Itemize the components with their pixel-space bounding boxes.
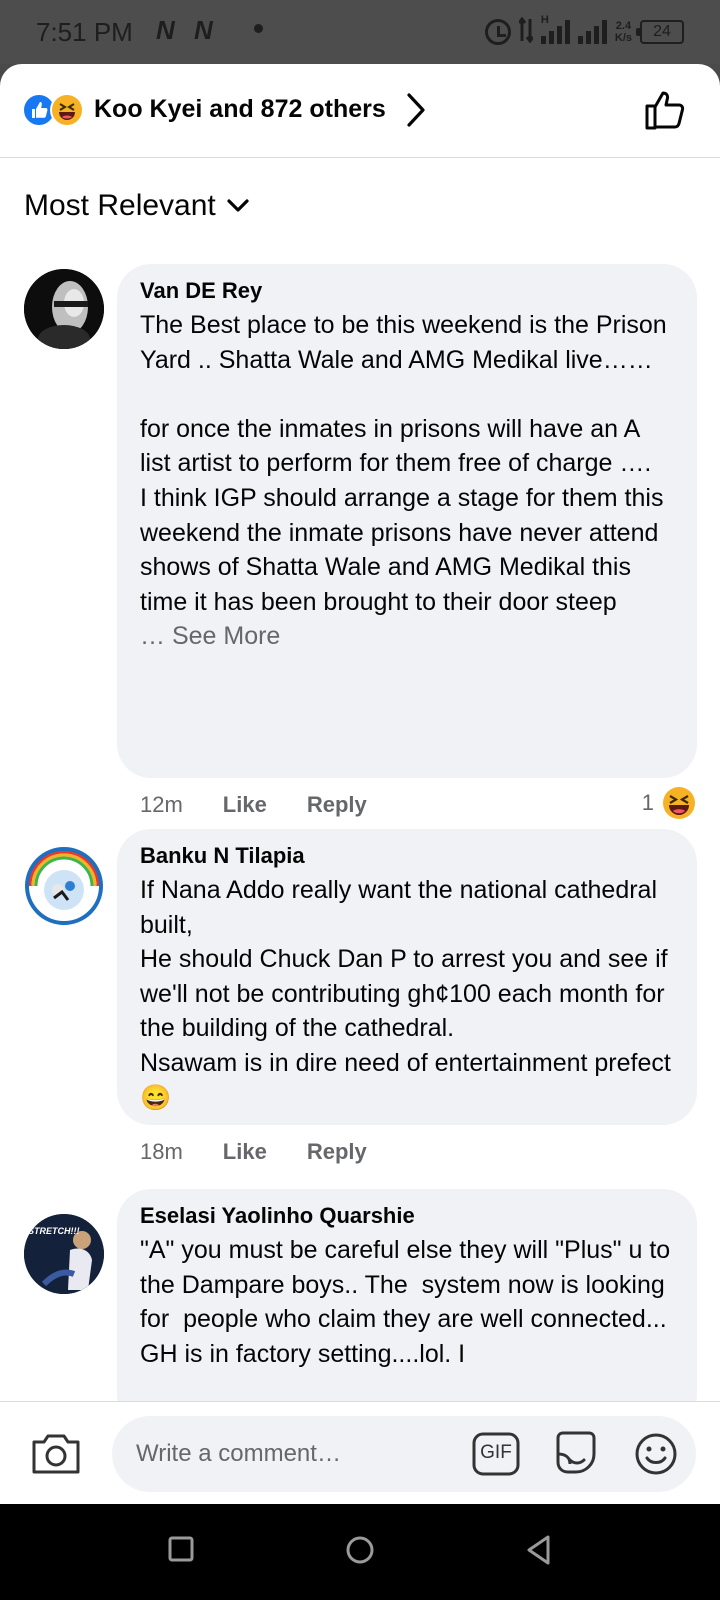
status-bar: 7:51 PM N N H 2.4 K/s 24 bbox=[0, 0, 720, 64]
status-icons: H 2.4 K/s 24 bbox=[484, 14, 684, 50]
signal-icon bbox=[577, 20, 607, 44]
avatar[interactable] bbox=[24, 846, 104, 926]
thumbs-up-icon[interactable] bbox=[644, 88, 688, 137]
avatar[interactable] bbox=[24, 269, 104, 349]
haha-icon bbox=[50, 93, 84, 127]
comment-time: 18m bbox=[140, 1139, 183, 1164]
comments-sheet: Koo Kyei and 872 others Most Relevant Va… bbox=[0, 64, 720, 1504]
comment-text: If Nana Addo really want the national ca… bbox=[140, 876, 671, 1112]
comment-text: The Best place to be this weekend is the… bbox=[140, 311, 667, 616]
system-nav-bar bbox=[0, 1504, 720, 1600]
recents-button[interactable] bbox=[166, 1534, 196, 1569]
camera-icon[interactable] bbox=[30, 1432, 82, 1481]
carrier-n-icons: N N bbox=[156, 15, 219, 45]
gif-icon[interactable]: GIF bbox=[472, 1432, 520, 1481]
reaction-count: 1 bbox=[641, 790, 654, 815]
comment-bubble[interactable]: Eselasi Yaolinho Quarshie "A" you must b… bbox=[117, 1189, 697, 1429]
back-button[interactable] bbox=[524, 1534, 554, 1571]
emoji-icon[interactable] bbox=[634, 1432, 678, 1481]
status-time: 7:51 PM bbox=[36, 17, 133, 47]
reactions-header[interactable]: Koo Kyei and 872 others bbox=[0, 64, 720, 158]
sort-dropdown[interactable]: Most Relevant bbox=[24, 189, 250, 223]
avatar[interactable]: STRETCH!!! bbox=[24, 1214, 104, 1294]
comment-reactions[interactable]: 1 bbox=[642, 786, 696, 820]
comment-text: "A" you must be careful else they will "… bbox=[140, 1236, 678, 1368]
comment-actions: 12m Like Reply bbox=[140, 792, 367, 818]
comment-author[interactable]: Van DE Rey bbox=[140, 278, 673, 304]
reply-button[interactable]: Reply bbox=[307, 1139, 367, 1165]
battery-icon: 24 bbox=[636, 20, 684, 44]
data-arrows-icon bbox=[517, 16, 535, 48]
comment-composer: GIF bbox=[0, 1401, 720, 1504]
comment-input[interactable] bbox=[112, 1416, 696, 1492]
haha-icon bbox=[663, 787, 695, 819]
reply-button[interactable]: Reply bbox=[307, 792, 367, 818]
comment-author[interactable]: Banku N Tilapia bbox=[140, 843, 673, 869]
chevron-down-icon bbox=[227, 199, 249, 212]
speed-unit: K/s bbox=[614, 32, 632, 44]
chevron-right-icon[interactable] bbox=[405, 92, 427, 133]
alarm-icon bbox=[484, 19, 511, 45]
comment-bubble[interactable]: Van DE Rey The Best place to be this wee… bbox=[117, 264, 697, 778]
sort-label: Most Relevant bbox=[24, 189, 216, 222]
network-speed: 2.4 K/s bbox=[615, 20, 632, 44]
like-button[interactable]: Like bbox=[223, 1139, 267, 1165]
home-button[interactable] bbox=[344, 1534, 376, 1571]
see-more-link[interactable]: … See More bbox=[140, 619, 673, 653]
avatar-caption: STRETCH!!! bbox=[28, 1226, 80, 1236]
network-type: H bbox=[540, 14, 549, 26]
comment-bubble[interactable]: Banku N Tilapia If Nana Addo really want… bbox=[117, 829, 697, 1125]
reactions-summary[interactable]: Koo Kyei and 872 others bbox=[94, 95, 386, 124]
signal-h-icon: H bbox=[540, 14, 570, 44]
sticker-icon[interactable] bbox=[552, 1430, 600, 1481]
comment-time: 12m bbox=[140, 792, 183, 817]
reaction-icons bbox=[22, 93, 88, 127]
comment-actions: 18m Like Reply bbox=[140, 1139, 367, 1165]
speed-value: 2.4 bbox=[615, 20, 632, 32]
gif-label: GIF bbox=[480, 1442, 512, 1463]
comment-author[interactable]: Eselasi Yaolinho Quarshie bbox=[140, 1203, 673, 1229]
like-button[interactable]: Like bbox=[223, 792, 267, 818]
notification-dot-icon bbox=[254, 24, 263, 33]
